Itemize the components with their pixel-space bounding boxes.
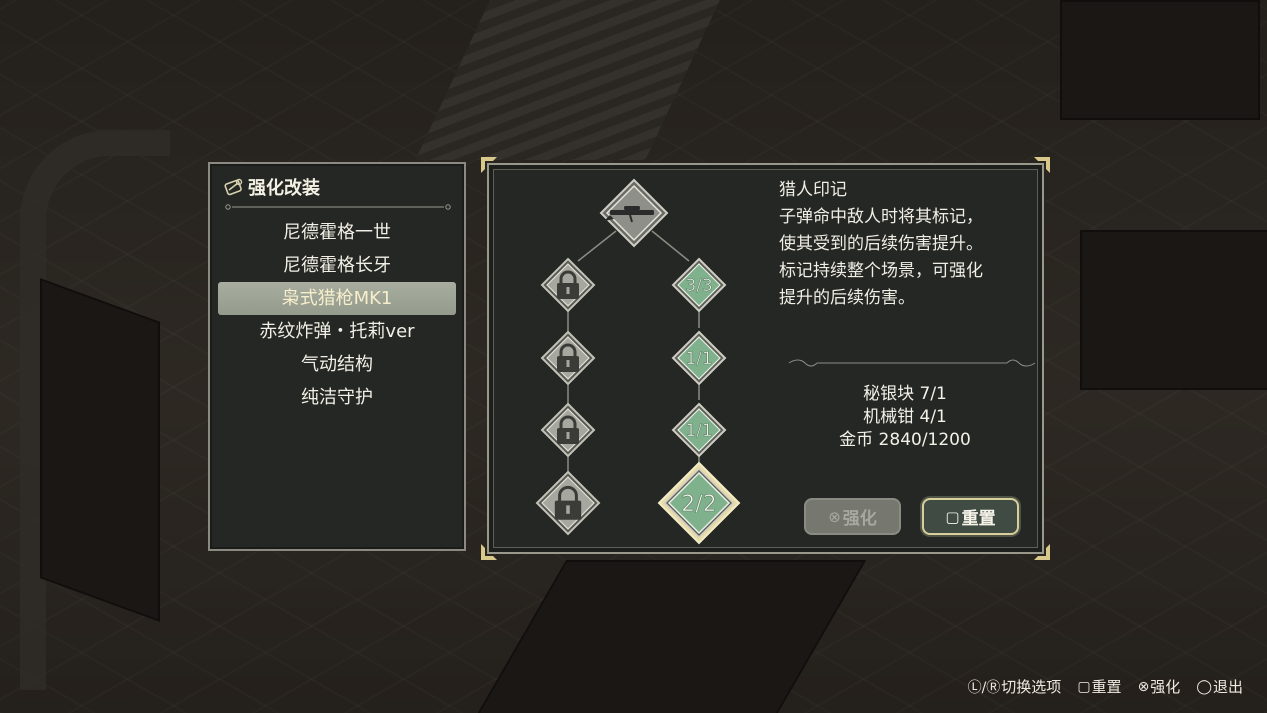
shoulder-buttons-icon: Ⓛ/Ⓡ	[967, 679, 1001, 696]
cost-row: 机械钳 4/1	[863, 407, 947, 427]
list-divider	[225, 204, 451, 210]
upgrade-detail-panel: 3/3 1/1 1/1 2/2 猎人印记 子弹命中敌人时将其标记， 使其受到的后续伤害…	[481, 157, 1050, 560]
control-hints: Ⓛ/Ⓡ 切换选项 ▢ 重置 ⊗ 强化 ◯ 退出	[968, 676, 1243, 697]
enhance-button[interactable]: ⊗ 强化	[804, 498, 901, 535]
hint-switch[interactable]: Ⓛ/Ⓡ 切换选项	[968, 676, 1062, 697]
square-button-icon: ▢	[945, 507, 960, 526]
section-divider	[788, 359, 1036, 367]
node-progress: 2/2	[681, 492, 716, 517]
tree-connector	[577, 230, 617, 262]
material-costs: 秘银块 7/1 机械钳 4/1 金币 2840/1200	[779, 383, 1031, 452]
node-progress: 1/1	[685, 349, 712, 369]
locked-node[interactable]	[540, 257, 596, 313]
locked-node[interactable]	[540, 330, 596, 386]
node-progress: 1/1	[685, 421, 712, 441]
node-progress: 3/3	[685, 276, 712, 296]
list-item[interactable]: 纯洁守护	[218, 381, 456, 414]
list-item[interactable]: 气动结构	[218, 348, 456, 381]
hint-switch-label: 切换选项	[1001, 678, 1062, 696]
hint-exit-label: 退出	[1212, 678, 1243, 696]
locked-node[interactable]	[535, 470, 601, 536]
list-header: 强化改装	[224, 174, 320, 200]
skill-effect-text: 子弹命中敌人时将其标记， 使其受到的后续伤害提升。 标记持续整个场景，可强化 提…	[779, 207, 983, 308]
hint-reset-label: 重置	[1091, 678, 1122, 696]
unlocked-node[interactable]: 3/3	[671, 257, 727, 313]
cross-button-icon: ⊗	[1137, 678, 1150, 695]
wrench-icon	[224, 178, 243, 196]
reset-button-label: 重置	[961, 509, 996, 529]
cross-button-icon: ⊗	[828, 507, 841, 526]
tree-connector	[651, 230, 690, 262]
reset-button[interactable]: ▢ 重置	[922, 498, 1019, 535]
unlocked-node-selected[interactable]: 2/2	[657, 461, 741, 545]
list-title: 强化改装	[248, 178, 320, 199]
circle-button-icon: ◯	[1196, 678, 1212, 695]
cost-row: 秘银块 7/1	[863, 384, 947, 404]
upgrade-list: 尼德霍格一世 尼德霍格长牙 枭式猎枪MK1 赤纹炸弹・托莉ver 气动结构 纯洁守护	[218, 216, 456, 414]
skill-name: 猎人印记	[779, 180, 847, 200]
square-button-icon: ▢	[1077, 678, 1091, 695]
skill-description: 猎人印记 子弹命中敌人时将其标记， 使其受到的后续伤害提升。 标记持续整个场景，…	[779, 177, 1034, 312]
skill-tree: 3/3 1/1 1/1 2/2	[535, 178, 741, 545]
locked-node[interactable]	[540, 402, 596, 458]
unlocked-node[interactable]: 1/1	[671, 330, 727, 386]
unlocked-node[interactable]: 1/1	[671, 402, 727, 458]
hint-exit[interactable]: ◯ 退出	[1196, 676, 1243, 697]
list-item[interactable]: 枭式猎枪MK1	[218, 282, 456, 315]
upgrade-list-panel: 强化改装 尼德霍格一世 尼德霍格长牙 枭式猎枪MK1 赤纹炸弹・托莉ver 气动结构 纯洁…	[208, 162, 466, 551]
corner-ornament	[1034, 544, 1050, 560]
list-item[interactable]: 尼德霍格一世	[218, 216, 456, 249]
hint-reset[interactable]: ▢ 重置	[1077, 676, 1121, 697]
cost-row: 金币 2840/1200	[839, 430, 971, 450]
enhance-button-label: 强化	[842, 509, 877, 529]
corner-ornament	[1034, 157, 1050, 173]
hint-enhance[interactable]: ⊗ 强化	[1138, 676, 1181, 697]
list-item[interactable]: 赤纹炸弹・托莉ver	[218, 315, 456, 348]
hint-enhance-label: 强化	[1150, 678, 1181, 696]
list-item[interactable]: 尼德霍格长牙	[218, 249, 456, 282]
